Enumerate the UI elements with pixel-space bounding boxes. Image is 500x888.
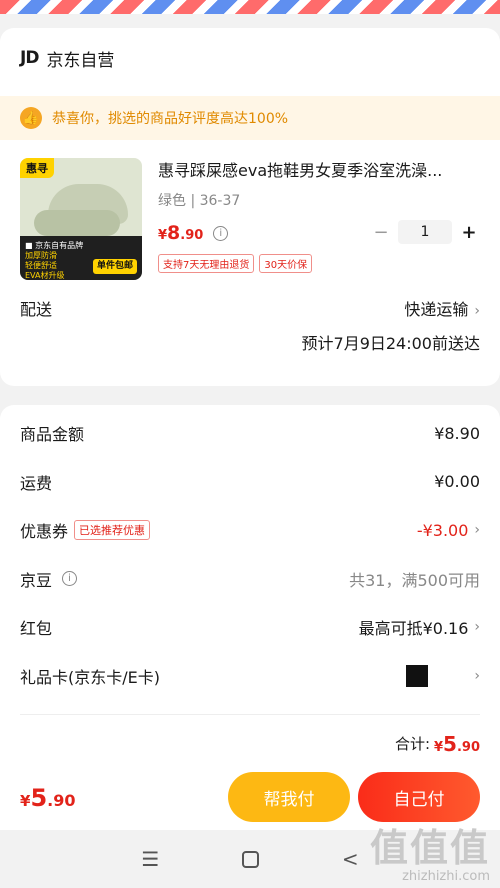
quantity-input[interactable]: 1 — [398, 220, 452, 244]
home-icon[interactable] — [242, 850, 260, 868]
summary-value: ¥0.00 — [434, 472, 480, 492]
summary-label: 红包 — [20, 619, 53, 639]
increment-button[interactable]: + — [458, 222, 480, 243]
redpacket-value: 最高可抵¥0.16 — [358, 619, 469, 639]
product-info: 惠寻踩屎感eva拖鞋男女夏季浴室洗澡... 绿色 | 36-37 ¥8.90 i… — [158, 158, 480, 280]
watermark-logo: 值值值 — [369, 826, 490, 870]
summary-row-freight: 运费 ¥0.00 — [0, 458, 500, 507]
shipping-method: 快递运输 — [404, 300, 469, 319]
summary-label: 运费 — [20, 473, 53, 493]
return-tag: 支持7天无理由退货 — [158, 254, 255, 273]
decrement-button[interactable]: − — [370, 222, 392, 243]
watermark: 值值值 zhizhizhi.com — [370, 827, 490, 884]
product-image[interactable]: 惠寻 ■ 京东自有品牌 加厚防滑 轻便舒适 EVA材升级 单件包邮 — [20, 158, 142, 280]
product-price: ¥8.90 — [158, 222, 203, 244]
congrats-banner: 👍 恭喜你，挑选的商品好评度高达100% — [0, 96, 500, 140]
strip-brand: ■ 京东自有品牌 — [25, 241, 84, 250]
bottom-integer: 5 — [30, 784, 48, 812]
coupon-right: -¥3.00 › — [417, 521, 480, 540]
bottom-decimal: .90 — [47, 791, 76, 810]
redpacket-right: 最高可抵¥0.16 › — [359, 615, 480, 639]
summary-row-coupon[interactable]: 优惠券 已选推荐优惠 -¥3.00 › — [0, 506, 500, 555]
total-row: 合计: ¥5.90 — [20, 714, 480, 772]
jingdou-value: 共31，满500可用 — [349, 570, 480, 590]
quantity-stepper: − 1 + — [370, 220, 480, 244]
shipping-detail: 快递运输 › 预计7月9日24:00前送达 — [302, 296, 480, 354]
banner-text: 恭喜你，挑选的商品好评度高达100% — [52, 111, 289, 127]
chevron-right-icon: › — [474, 303, 480, 319]
total-currency: ¥ — [434, 739, 444, 755]
shipping-label: 配送 — [20, 300, 53, 319]
shipping-date: 预计7月9日24:00前送达 — [301, 334, 480, 353]
price-decimal: .90 — [180, 228, 204, 243]
summary-label: 优惠券 — [20, 522, 69, 542]
shop-name: 京东自营 — [46, 50, 115, 71]
envelope-border — [0, 0, 500, 14]
coupon-value: -¥3.00 — [416, 520, 469, 540]
price-currency: ¥ — [158, 228, 168, 243]
service-tags: 支持7天无理由退货 30天价保 — [158, 254, 480, 273]
summary-label: 京豆 — [20, 570, 53, 590]
summary-row-giftcard[interactable]: 礼品卡(京东卡/E卡) › — [0, 652, 500, 701]
order-card: JD 京东自营 👍 恭喜你，挑选的商品好评度高达100% 惠寻 ■ 京东自有品牌… — [0, 28, 500, 386]
total-decimal: .90 — [456, 739, 480, 755]
summary-value: ¥8.90 — [434, 423, 480, 443]
shipping-row[interactable]: 配送 快递运输 › 预计7月9日24:00前送达 — [0, 280, 500, 354]
info-icon[interactable]: i — [213, 225, 229, 241]
watermark-url: zhizhizhi.com — [402, 869, 490, 884]
chevron-right-icon: › — [474, 667, 480, 684]
self-pay-button[interactable]: 自己付 — [358, 772, 480, 822]
thumbs-up-icon: 👍 — [20, 107, 42, 129]
shop-header[interactable]: JD 京东自营 — [0, 28, 500, 88]
total-label: 合计: — [394, 735, 430, 753]
menu-icon[interactable]: ☰ — [141, 847, 159, 871]
total-price: ¥5.90 — [434, 732, 480, 756]
jd-logo: JD — [20, 48, 39, 68]
redacted-block — [406, 664, 429, 687]
summary-label: 商品金额 — [20, 425, 85, 445]
chevron-right-icon: › — [474, 619, 480, 636]
summary-row-redpacket[interactable]: 红包 最高可抵¥0.16 › — [0, 603, 500, 652]
bottom-pay-bar: ¥5.90 帮我付 自己付 — [0, 766, 500, 830]
summary-row-jingdou[interactable]: 京豆 i 共31，满500可用 — [0, 555, 500, 604]
price-integer: 8 — [167, 222, 181, 244]
coupon-tag: 已选推荐优惠 — [74, 520, 151, 541]
info-icon[interactable]: i — [62, 571, 78, 587]
giftcard-right: › — [406, 664, 480, 687]
price-protect-tag: 30天价保 — [259, 254, 313, 273]
summary-row-goods: 商品金额 ¥8.90 — [0, 409, 500, 458]
product-spec[interactable]: 绿色 | 36-37 — [158, 190, 480, 210]
coupon-left: 优惠券 已选推荐优惠 — [20, 518, 151, 542]
brand-badge: 惠寻 — [20, 158, 54, 178]
slipper-shape — [34, 210, 120, 236]
product-row: 惠寻 ■ 京东自有品牌 加厚防滑 轻便舒适 EVA材升级 单件包邮 惠寻踩屎感e… — [0, 140, 500, 280]
help-pay-button[interactable]: 帮我付 — [228, 772, 350, 822]
summary-label: 礼品卡(京东卡/E卡) — [20, 667, 160, 687]
strip-badge: 单件包邮 — [92, 259, 137, 274]
back-icon[interactable]: < — [342, 847, 359, 871]
total-integer: 5 — [443, 731, 457, 756]
product-title[interactable]: 惠寻踩屎感eva拖鞋男女夏季浴室洗澡... — [158, 160, 464, 182]
bottom-currency: ¥ — [20, 792, 31, 810]
jingdou-left: 京豆 i — [20, 567, 78, 591]
product-image-strip: ■ 京东自有品牌 加厚防滑 轻便舒适 EVA材升级 单件包邮 — [20, 236, 142, 280]
price-summary-card: 商品金额 ¥8.90 运费 ¥0.00 优惠券 已选推荐优惠 -¥3.00 › 京… — [0, 405, 500, 780]
chevron-right-icon: › — [474, 522, 480, 539]
bottom-price: ¥5.90 — [20, 784, 75, 812]
